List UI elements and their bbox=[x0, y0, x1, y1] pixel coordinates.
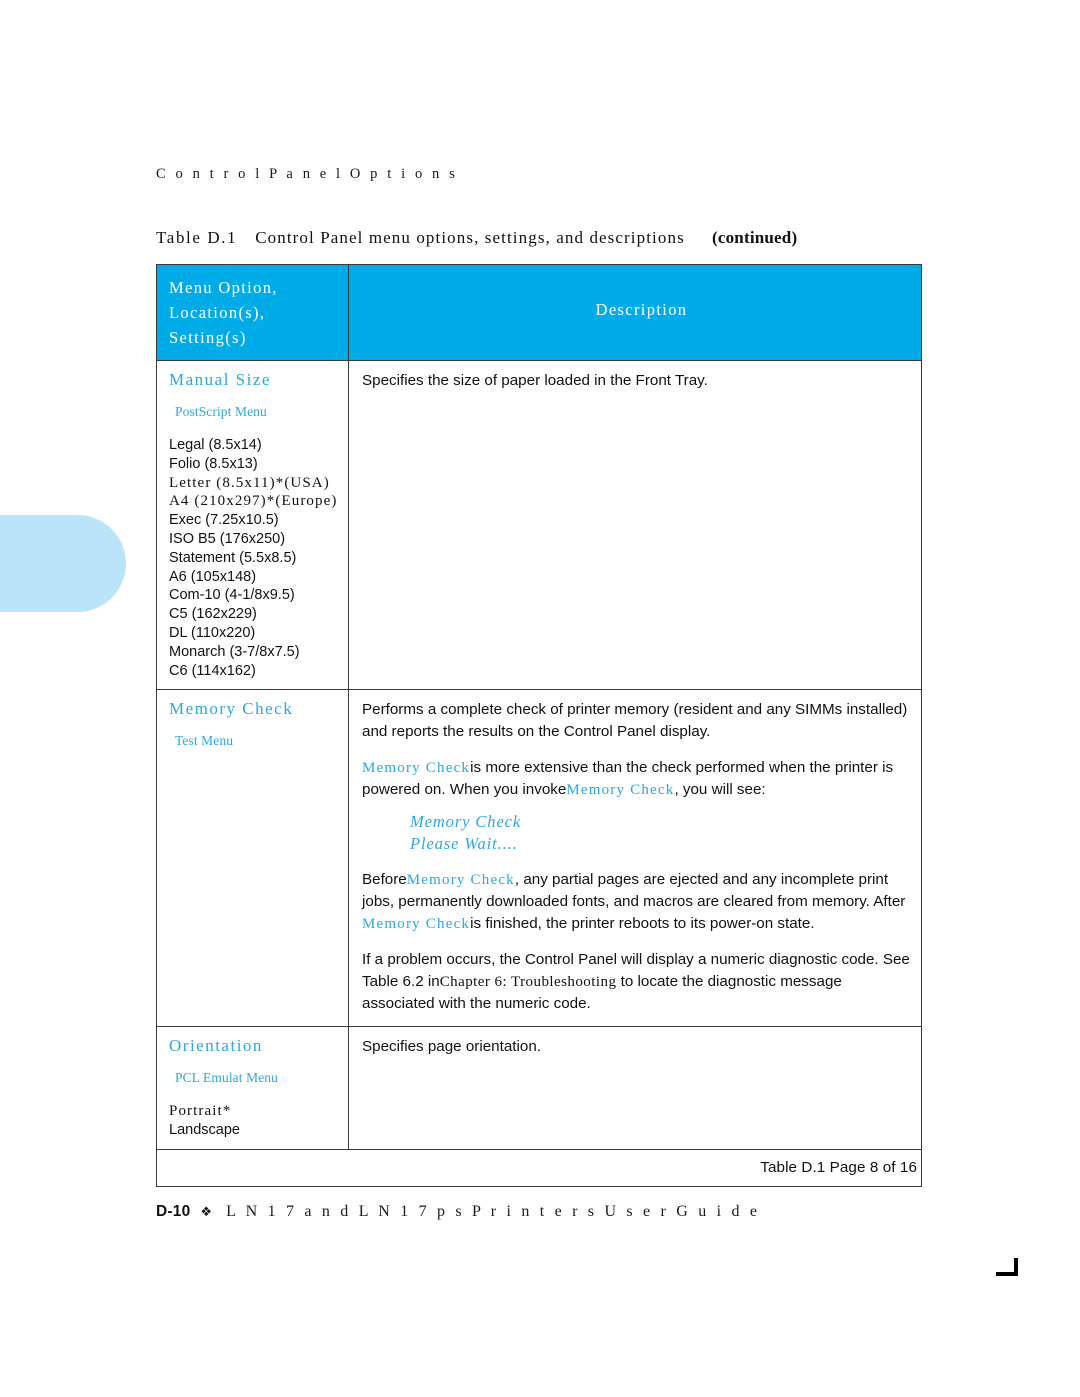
table-header-cell-description: Description bbox=[349, 265, 921, 360]
desc-line: , any partial pages are ejected and any … bbox=[514, 871, 889, 889]
desc-line: , you will see: bbox=[674, 781, 766, 799]
table-footer-row: Table D.1 Page 8 of 16 bbox=[157, 1150, 921, 1186]
option-location: PostScript Menu bbox=[175, 404, 267, 419]
inline-term: Memory Check bbox=[406, 872, 515, 889]
desc-line: Table 6.2 in bbox=[362, 973, 440, 991]
desc-line: associated with the numeric code. bbox=[362, 995, 591, 1013]
desc-line: powered on. When you invoke bbox=[362, 781, 567, 799]
document-title: L N 1 7 a n d L N 1 7 p s P r i n t e r … bbox=[226, 1203, 761, 1220]
table-caption-continued: (continued) bbox=[712, 228, 798, 247]
description-paragraph: BeforeMemory Check, any partial pages ar… bbox=[362, 869, 921, 935]
setting-item: Letter (8.5x11)*(USA) bbox=[169, 474, 330, 491]
display-line: Please Wait.... bbox=[410, 834, 518, 854]
setting-item: DL (110x220) bbox=[169, 624, 256, 641]
setting-item: A4 (210x297)*(Europe) bbox=[169, 493, 338, 510]
table-caption-label: Table D.1 bbox=[156, 228, 238, 247]
page-number: D-10 bbox=[156, 1203, 191, 1220]
table-row: Memory Check Test Menu Performs a comple… bbox=[157, 690, 921, 1028]
display-line: Memory Check bbox=[410, 812, 522, 832]
setting-item: ISO B5 (176x250) bbox=[169, 530, 286, 547]
option-title: Manual Size bbox=[169, 370, 271, 389]
table-row: Orientation PCL Emulat Menu Portrait* La… bbox=[157, 1027, 921, 1150]
desc-line: jobs, permanently downloaded fonts, and … bbox=[362, 893, 906, 911]
row-manual-size-description-cell: Specifies the size of paper loaded in th… bbox=[349, 361, 952, 689]
inline-term: Memory Check bbox=[566, 782, 675, 799]
setting-item: Landscape bbox=[169, 1122, 240, 1139]
desc-line: and reports the results on the Control P… bbox=[362, 723, 711, 741]
table-page-indicator: Table D.1 Page 8 of 16 bbox=[760, 1158, 917, 1176]
option-location: Test Menu bbox=[175, 733, 234, 749]
row-orientation-option-cell: Orientation PCL Emulat Menu Portrait* La… bbox=[157, 1027, 349, 1149]
header-label-description: Description bbox=[595, 300, 688, 319]
row-memory-check-description-cell: Performs a complete check of printer mem… bbox=[349, 690, 921, 1026]
option-title: Memory Check bbox=[169, 699, 294, 719]
row-memory-check-option-cell: Memory Check Test Menu bbox=[157, 690, 349, 1027]
setting-item: A6 (105x148) bbox=[169, 568, 257, 585]
inline-term: Memory Check bbox=[362, 916, 471, 933]
setting-item: Legal (8.5x14) bbox=[169, 437, 262, 453]
inline-cross-reference: Chapter 6: Troubleshooting bbox=[439, 974, 617, 991]
setting-item: Monarch (3-7/8x7.5) bbox=[169, 643, 300, 660]
setting-item: Com-10 (4-1/8x9.5) bbox=[169, 587, 295, 604]
crop-mark bbox=[996, 1258, 1018, 1276]
table-header-row: Menu Option, Location(s), Setting(s) Des… bbox=[157, 265, 921, 361]
description-paragraph: Memory Checkis more extensive than the c… bbox=[362, 757, 921, 801]
option-settings-list: Legal (8.5x14) Folio (8.5x13) Letter (8.… bbox=[169, 436, 348, 680]
option-title: Orientation bbox=[169, 1036, 263, 1056]
row-orientation-description-cell: Specifies page orientation. bbox=[349, 1027, 952, 1149]
setting-item: Statement (5.5x8.5) bbox=[169, 549, 297, 566]
table-caption: Table D.1 Control Panel menu options, set… bbox=[156, 228, 797, 248]
desc-line: If a problem occurs, the Control Panel w… bbox=[362, 951, 910, 969]
margin-thumb-tab bbox=[0, 515, 126, 612]
table-header-cell-menu-option: Menu Option, Location(s), Setting(s) bbox=[157, 265, 349, 360]
desc-line: Performs a complete check of printer mem… bbox=[362, 701, 908, 719]
header-line-settings: Setting(s) bbox=[169, 328, 247, 347]
description-paragraph: Specifies page orientation. bbox=[362, 1038, 541, 1056]
option-settings-list: Portrait* Landscape bbox=[169, 1102, 348, 1140]
description-paragraph: Specifies the size of paper loaded in th… bbox=[362, 372, 708, 389]
setting-item: Portrait* bbox=[169, 1103, 232, 1120]
setting-item: Exec (7.25x10.5) bbox=[169, 512, 279, 529]
row-manual-size-option-cell: Manual Size PostScript Menu Legal (8.5x1… bbox=[157, 361, 349, 690]
running-header: C o n t r o l P a n e l O p t i o n s bbox=[156, 166, 458, 182]
setting-item: C5 (162x229) bbox=[169, 606, 257, 623]
header-line-locations: Location(s), bbox=[169, 303, 266, 322]
desc-line: to locate the diagnostic message bbox=[620, 973, 842, 991]
table-caption-title: Control Panel menu options, settings, an… bbox=[255, 228, 685, 247]
diamond-icon: ❖ bbox=[200, 1204, 213, 1219]
desc-line: is finished, the printer reboots to its … bbox=[470, 915, 815, 933]
description-paragraph: Performs a complete check of printer mem… bbox=[362, 699, 921, 743]
setting-item: Folio (8.5x13) bbox=[169, 455, 258, 472]
inline-term: Memory Check bbox=[362, 760, 471, 777]
desc-line: Before bbox=[362, 871, 407, 889]
desc-line: is more extensive than the check perform… bbox=[470, 759, 894, 777]
control-panel-options-table: Menu Option, Location(s), Setting(s) Des… bbox=[156, 264, 922, 1187]
header-line-menu-option: Menu Option, bbox=[169, 278, 278, 297]
option-location: PCL Emulat Menu bbox=[175, 1070, 278, 1086]
setting-item: C6 (114x162) bbox=[169, 662, 256, 679]
description-paragraph: If a problem occurs, the Control Panel w… bbox=[362, 949, 921, 1015]
panel-display-sample: Memory Check Please Wait.... bbox=[410, 811, 921, 855]
page-footer: D-10 ❖ L N 1 7 a n d L N 1 7 p s P r i n t… bbox=[156, 1203, 760, 1221]
table-row: Manual Size PostScript Menu Legal (8.5x1… bbox=[157, 361, 921, 691]
